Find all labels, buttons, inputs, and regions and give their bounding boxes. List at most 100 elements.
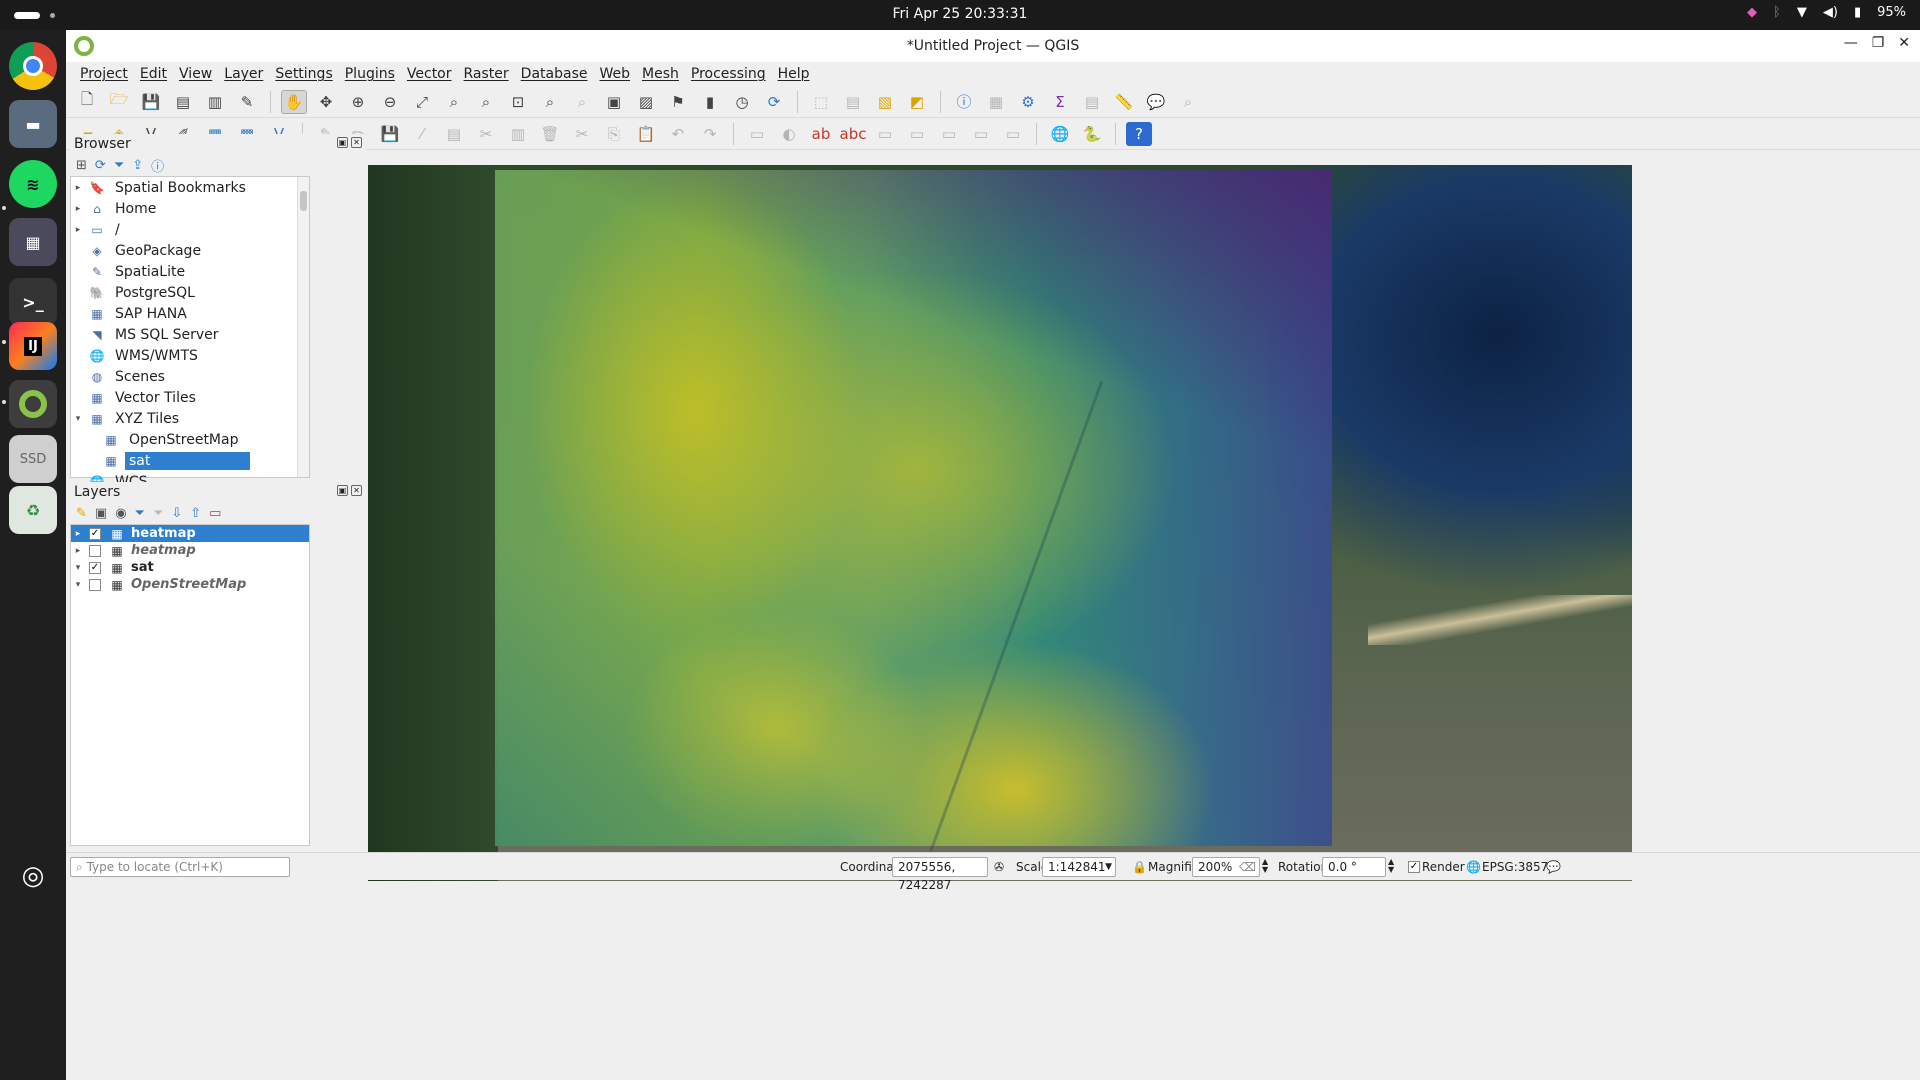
expand-arrow-icon[interactable]: ▸ <box>71 225 85 235</box>
browser-item[interactable]: ▦ SAP HANA <box>71 303 309 324</box>
layer-visibility-checkbox[interactable]: ✓ <box>89 561 101 574</box>
expand-arrow-icon[interactable]: ▾ <box>71 414 85 424</box>
refresh-browser-icon[interactable]: ⟳ <box>95 158 106 173</box>
browser-item[interactable]: ▸ 🔖 Spatial Bookmarks <box>71 177 309 198</box>
system-clock[interactable]: Fri Apr 25 20:33:31 <box>0 6 1920 22</box>
menu-plugins[interactable]: Plugins <box>339 66 401 82</box>
show-hide-labels-icon[interactable]: ▭ <box>904 122 930 146</box>
zoom-full-icon[interactable]: ⤢ <box>409 90 435 114</box>
panel-float-icon[interactable]: ▣ <box>337 137 348 148</box>
filter-expression-icon[interactable]: ⏷ <box>153 506 163 521</box>
browser-item[interactable]: ▾ ▦ XYZ Tiles <box>71 408 309 429</box>
collapse-all-icon[interactable]: ⇪ <box>132 158 143 173</box>
crs-button[interactable]: EPSG:3857 <box>1482 860 1548 874</box>
layer-visibility-checkbox[interactable] <box>89 578 101 591</box>
magnifier-spinner-icon[interactable]: ▲ ▼ <box>1262 858 1268 874</box>
toggle-extents-icon[interactable]: ✇ <box>994 860 1004 874</box>
render-checkbox[interactable]: ✓ <box>1408 861 1420 873</box>
delete-icon[interactable]: 🗑 <box>537 122 563 146</box>
temporal-controller-icon[interactable]: ◷ <box>729 90 755 114</box>
zoom-to-selection-icon[interactable]: ⌕ <box>441 90 467 114</box>
chevron-down-icon[interactable]: ▼ <box>1105 858 1112 876</box>
panel-close-icon[interactable]: ✕ <box>351 485 362 496</box>
browser-item[interactable]: 🐘 PostgreSQL <box>71 282 309 303</box>
panel-close-icon[interactable]: ✕ <box>351 137 362 148</box>
browser-item[interactable]: ◥ MS SQL Server <box>71 324 309 345</box>
expand-all-icon[interactable]: ⇩ <box>171 506 182 521</box>
layer-item[interactable]: ▾ ▦ OpenStreetMap <box>71 576 309 593</box>
browser-item[interactable]: 🌐 WMS/WMTS <box>71 345 309 366</box>
zoom-last-icon[interactable]: ⌕ <box>537 90 563 114</box>
zoom-native-icon[interactable]: ⊡ <box>505 90 531 114</box>
battery-icon[interactable]: ▮ <box>1854 5 1861 20</box>
terminal-icon[interactable]: >_ <box>9 278 57 326</box>
browser-item[interactable]: ▸ ⌂ Home <box>71 198 309 219</box>
layer-labeling-icon[interactable]: ab <box>808 122 834 146</box>
boxes-icon[interactable]: ▦ <box>9 218 57 266</box>
menu-database[interactable]: Database <box>515 66 594 82</box>
browser-item[interactable]: ▸ ▭ / <box>71 219 309 240</box>
menu-settings[interactable]: Settings <box>269 66 338 82</box>
open-project-icon[interactable]: 🗁 <box>106 90 132 114</box>
undo-icon[interactable]: ↶ <box>665 122 691 146</box>
zoom-in-icon[interactable]: ⊕ <box>345 90 371 114</box>
chrome-icon[interactable] <box>9 42 57 90</box>
measure-line-icon[interactable]: 📏 <box>1111 90 1137 114</box>
layer-item[interactable]: ▸ ✓ ▦ heatmap <box>71 525 309 542</box>
browser-item[interactable]: ✎ SpatiaLite <box>71 261 309 282</box>
menu-mesh[interactable]: Mesh <box>636 66 685 82</box>
cut-features-icon[interactable]: ✂ <box>569 122 595 146</box>
scale-field[interactable]: 1:142841 ▼ <box>1042 857 1116 877</box>
vertex-tool-icon[interactable]: ▤ <box>441 122 467 146</box>
pan-to-selection-icon[interactable]: ✥ <box>313 90 339 114</box>
filter-browser-icon[interactable]: ⏷ <box>114 158 124 173</box>
new-map-view-icon[interactable]: ▣ <box>601 90 627 114</box>
zoom-out-icon[interactable]: ⊖ <box>377 90 403 114</box>
show-bookmarks-icon[interactable]: ▮ <box>697 90 723 114</box>
coordinate-field[interactable]: 2075556, 7242287 <box>892 857 988 892</box>
bluetooth-icon[interactable]: ᛒ <box>1773 5 1781 20</box>
magnifier-field[interactable]: 200% ⌫ <box>1192 857 1260 877</box>
change-label-icon[interactable]: ▭ <box>1000 122 1026 146</box>
rotation-spinner-icon[interactable]: ▲ ▼ <box>1388 858 1394 874</box>
browser-item[interactable]: ▦ Vector Tiles <box>71 387 309 408</box>
expand-arrow-icon[interactable]: ▸ <box>71 546 85 556</box>
label-tool-icon[interactable]: ▭ <box>744 122 770 146</box>
paste-features-icon[interactable]: 📋 <box>633 122 659 146</box>
select-by-location-icon[interactable]: ◩ <box>904 90 930 114</box>
expand-arrow-icon[interactable]: ▸ <box>71 529 85 539</box>
deselect-features-icon[interactable]: ▧ <box>872 90 898 114</box>
pan-map-icon[interactable]: ✋ <box>281 89 307 114</box>
zoom-to-layer-icon[interactable]: ⌕ <box>473 90 499 114</box>
new-project-icon[interactable]: 🗋 <box>74 90 100 114</box>
pin-labels-icon[interactable]: ▭ <box>872 122 898 146</box>
attribute-table-icon[interactable]: ▦ <box>983 90 1009 114</box>
copy-features-icon[interactable]: ⎘ <box>601 122 627 146</box>
move-label-icon[interactable]: ▭ <box>936 122 962 146</box>
identify-features-icon[interactable]: ⓘ <box>951 90 977 114</box>
intellij-icon[interactable]: IJ <box>9 322 57 370</box>
menu-project[interactable]: Project <box>74 66 134 82</box>
minimize-icon[interactable]: — <box>1844 35 1858 51</box>
browser-item[interactable]: ▦ OpenStreetMap <box>71 429 309 450</box>
menu-vector[interactable]: Vector <box>401 66 458 82</box>
redo-icon[interactable]: ↷ <box>697 122 723 146</box>
add-group-icon[interactable]: ▣ <box>95 506 107 521</box>
add-feature-icon[interactable]: ⁄ <box>409 122 435 146</box>
expand-arrow-icon[interactable]: ▸ <box>71 204 85 214</box>
new-bookmark-icon[interactable]: ⚑ <box>665 90 691 114</box>
zoom-next-icon[interactable]: ⌕ <box>569 90 595 114</box>
messages-icon[interactable]: 💬 <box>1546 860 1561 874</box>
save-project-icon[interactable]: 💾 <box>138 90 164 114</box>
expand-arrow-icon[interactable]: ▸ <box>71 183 85 193</box>
menu-view[interactable]: View <box>173 66 218 82</box>
remove-layer-icon[interactable]: ▭ <box>209 506 221 521</box>
trash-icon[interactable]: ♻ <box>9 486 57 534</box>
locator-search-input[interactable]: ⌕ Type to locate (Ctrl+K) <box>70 857 290 877</box>
statistical-summary-icon[interactable]: Σ <box>1047 90 1073 114</box>
save-edits-icon[interactable]: 💾 <box>377 122 403 146</box>
python-console-icon[interactable]: 🐍 <box>1079 122 1105 146</box>
refresh-icon[interactable]: ⟳ <box>761 90 787 114</box>
menu-edit[interactable]: Edit <box>134 66 173 82</box>
new-print-layout-icon[interactable]: ▤ <box>170 90 196 114</box>
